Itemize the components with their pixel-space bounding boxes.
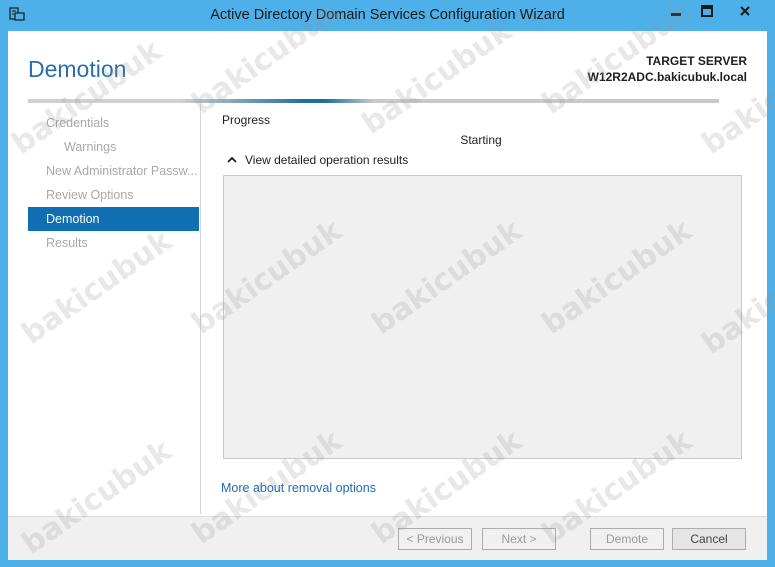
header-progress-bar (28, 99, 719, 103)
page-title: Demotion (28, 56, 127, 82)
window-title: Active Directory Domain Services Configu… (210, 7, 565, 23)
target-server-label: TARGET SERVER (646, 54, 747, 68)
nav-item-review-options[interactable]: Review Options (28, 183, 199, 207)
minimize-button[interactable] (660, 0, 691, 21)
close-button[interactable] (722, 0, 767, 21)
more-about-removal-link[interactable]: More about removal options (221, 481, 376, 495)
maximize-icon (700, 4, 713, 17)
wizard-client-area: Demotion TARGET SERVER W12R2ADC.bakicubu… (8, 31, 767, 560)
close-icon (739, 5, 750, 16)
wizard-footer: < Previous Next > Demote Cancel (8, 516, 767, 560)
wizard-nav: Credentials Warnings New Administrator P… (28, 111, 199, 255)
nav-item-results[interactable]: Results (28, 231, 199, 255)
previous-button[interactable]: < Previous (398, 528, 472, 550)
maximize-button[interactable] (691, 0, 722, 21)
view-details-toggle[interactable]: View detailed operation results (226, 153, 408, 167)
progress-status: Starting (460, 133, 502, 147)
nav-divider (200, 104, 201, 514)
progress-label: Progress (222, 113, 271, 127)
target-server-name: W12R2ADC.bakicubuk.local (587, 70, 747, 84)
nav-item-new-administrator-password[interactable]: New Administrator Passw... (28, 159, 199, 183)
title-bar[interactable]: Active Directory Domain Services Configu… (0, 0, 775, 31)
cancel-button[interactable]: Cancel (672, 528, 746, 550)
view-details-label: View detailed operation results (245, 153, 409, 167)
nav-item-warnings[interactable]: Warnings (28, 135, 199, 159)
nav-item-demotion[interactable]: Demotion (28, 207, 199, 231)
demote-button[interactable]: Demote (590, 528, 664, 550)
minimize-icon (670, 12, 681, 16)
chevron-up-icon (227, 156, 237, 163)
wizard-window: Active Directory Domain Services Configu… (0, 0, 775, 567)
operation-results-box[interactable] (223, 175, 742, 459)
nav-item-credentials[interactable]: Credentials (28, 111, 199, 135)
next-button[interactable]: Next > (482, 528, 556, 550)
